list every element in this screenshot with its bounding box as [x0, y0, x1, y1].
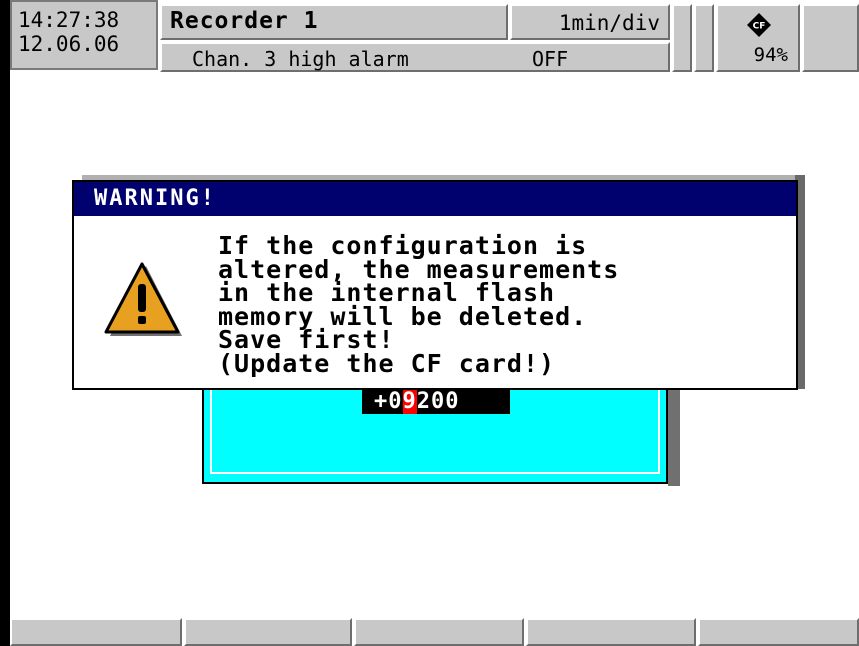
- warning-triangle-icon: [104, 262, 182, 336]
- recorder-screen: 14:27:38 12.06.06 Recorder 1 1min/div Ch…: [0, 0, 859, 646]
- cf-card-icon: CF: [747, 13, 771, 37]
- cursor-digit[interactable]: 9: [402, 389, 417, 414]
- current-date: 12.06.06: [18, 32, 120, 56]
- numeric-input-field[interactable]: +09200: [362, 389, 510, 414]
- warning-message: If the configuration is altered, the mea…: [218, 231, 778, 378]
- status-value: OFF: [532, 47, 569, 71]
- header-blank-cell: [672, 4, 692, 72]
- time-scale-value: 1min/div: [558, 11, 660, 35]
- time-scale-field[interactable]: 1min/div: [510, 4, 670, 40]
- warning-line: If the configuration is: [218, 231, 588, 260]
- warning-line: (Update the CF card!): [218, 348, 556, 378]
- svg-text:CF: CF: [753, 22, 766, 32]
- softkey-1[interactable]: [10, 618, 182, 646]
- cf-usage-percent: 94%: [753, 44, 788, 66]
- left-border: [0, 0, 10, 646]
- cf-card-status[interactable]: CF 94%: [716, 4, 800, 72]
- recorder-title-field[interactable]: Recorder 1: [160, 4, 508, 40]
- recorder-title: Recorder 1: [170, 8, 319, 34]
- status-message: Chan. 3 high alarm: [192, 47, 409, 71]
- warning-dialog[interactable]: WARNING! If the configuration is altered…: [72, 180, 798, 390]
- header-blank-cell: [694, 4, 714, 72]
- header-blank-cell: [802, 4, 859, 72]
- softkey-4[interactable]: [526, 618, 696, 646]
- clock-panel: 14:27:38 12.06.06: [10, 0, 158, 70]
- current-time: 14:27:38: [18, 8, 120, 32]
- warning-line: in the internal flash: [218, 278, 556, 307]
- header-bar: 14:27:38 12.06.06 Recorder 1 1min/div Ch…: [10, 0, 859, 76]
- warning-line: Save first!: [218, 325, 395, 354]
- value-suffix: 200: [416, 389, 460, 414]
- softkey-5[interactable]: [698, 618, 859, 646]
- input-dialog-shadow: [668, 386, 680, 486]
- warning-title-bar: WARNING!: [74, 182, 796, 216]
- status-line: Chan. 3 high alarm OFF: [160, 42, 670, 72]
- softkey-2[interactable]: [184, 618, 352, 646]
- value-prefix: +0: [374, 389, 403, 414]
- softkey-3[interactable]: [354, 618, 524, 646]
- softkey-bar: [10, 614, 859, 646]
- warning-title: WARNING!: [94, 186, 216, 211]
